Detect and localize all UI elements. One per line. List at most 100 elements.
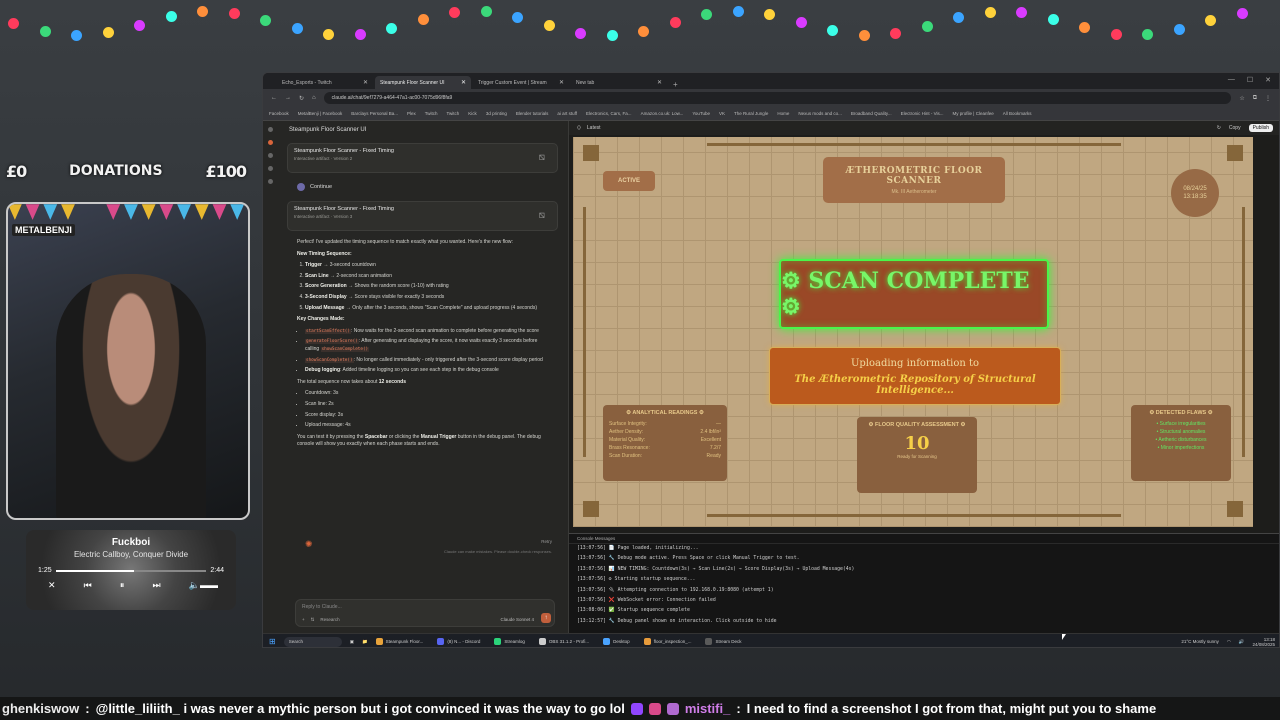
close-tab-icon[interactable]: ✕ <box>363 79 368 86</box>
bookmark-item[interactable]: Broadband Quality... <box>851 111 892 116</box>
publish-button[interactable]: Publish <box>1248 124 1273 132</box>
reading-label: Brass Resonance: <box>609 445 650 451</box>
streamer-silhouette <box>56 274 206 518</box>
artifact-card-v3[interactable]: Steampunk Floor Scanner - Fixed Timing I… <box>287 201 558 231</box>
webcam-channel-label: METALBENJI <box>12 224 75 236</box>
timing-step: 3-Second Display → Score stays visible f… <box>305 294 548 302</box>
send-button[interactable]: ↑ <box>541 613 551 623</box>
app-label: Stream Deck <box>715 639 742 644</box>
taskbar-search[interactable]: Search <box>283 636 342 647</box>
inline-code: showScanComplete() <box>320 346 370 352</box>
bookmark-item[interactable]: Twitch <box>447 111 460 116</box>
step-name: Score Generation <box>305 283 347 290</box>
np-progress: 1:25 2:44 <box>38 567 224 574</box>
breakdown-item: Upload message: 4s <box>305 422 548 430</box>
new-tab-plus-icon[interactable]: + <box>673 80 678 89</box>
artifacts-icon[interactable] <box>267 179 273 184</box>
code-toggle-icon[interactable]: ⟨⟩ <box>577 125 581 131</box>
bookmark-item[interactable]: VK <box>719 111 725 116</box>
bookmark-item[interactable]: All Bookmarks <box>1003 111 1032 116</box>
home-icon[interactable]: ⌂ <box>312 95 316 101</box>
garland-light <box>795 16 807 28</box>
tab-trigger-event[interactable]: Trigger Custom Event | Stream ✕ <box>473 76 569 89</box>
windows-start-icon[interactable]: ⊞ <box>269 637 276 646</box>
app-icon <box>494 638 502 645</box>
bookmark-item[interactable]: The Rural Jungle <box>734 111 768 116</box>
brass-frame-right <box>1242 207 1245 457</box>
forward-icon[interactable]: → <box>285 95 291 101</box>
tab-new[interactable]: New tab ✕ <box>571 76 667 89</box>
bookmark-item[interactable]: Amazon.co.uk: Low... <box>641 111 684 116</box>
new-chat-icon[interactable] <box>267 140 273 145</box>
preview-version[interactable]: Latest <box>587 125 601 131</box>
garland-light <box>827 25 838 37</box>
bookmark-item[interactable]: Electronic Hint - Vis... <box>901 111 944 116</box>
artifact-card-v2[interactable]: Steampunk Floor Scanner - Fixed Timing I… <box>287 143 558 173</box>
task-view-icon[interactable]: ▣ <box>350 639 354 645</box>
taskbar-app[interactable]: Steampunk Floor... <box>375 638 423 645</box>
address-bar[interactable]: claude.ai/chat/9ef7279-a464-47a1-ac00-70… <box>323 92 1232 104</box>
ticker-message: I need to find a screenshot I got from t… <box>746 701 1157 716</box>
close-tab-icon[interactable]: ✕ <box>461 79 466 86</box>
bookmark-item[interactable]: Electronics, Cars, Fa... <box>586 111 632 116</box>
taskbar-app[interactable]: Streamlog <box>494 638 525 645</box>
close-window-icon[interactable]: ✕ <box>1265 76 1271 84</box>
taskbar-app[interactable]: floor_inspection_... <box>643 638 691 645</box>
bookmark-item[interactable]: Kick <box>468 111 477 116</box>
chat-title[interactable]: Steampunk Floor Scanner UI <box>277 121 568 139</box>
bookmark-item[interactable]: Facebook <box>269 111 289 116</box>
tab-claude[interactable]: Steampunk Floor Scanner UI ✕ <box>375 76 471 89</box>
bookmark-item[interactable]: 3d printing <box>486 111 507 116</box>
bookmark-item[interactable]: Twitch <box>425 111 438 116</box>
taskbar-app[interactable]: (8) N... - Discord <box>437 638 480 645</box>
reading-row: Material Quality: Excellent <box>609 437 721 443</box>
bookmark-item[interactable]: Blender tutorials <box>516 111 549 116</box>
np-progress-fill <box>55 569 134 572</box>
close-tab-icon[interactable]: ✕ <box>559 79 564 86</box>
bookmark-item[interactable]: ai art stuff <box>557 111 577 116</box>
tools-icon[interactable]: ⇅ <box>311 617 315 623</box>
back-icon[interactable]: ← <box>271 95 277 101</box>
bookmark-item[interactable]: Barclays Personal Ba... <box>351 111 398 116</box>
menu-icon[interactable]: ⋮ <box>1265 95 1271 102</box>
garland-light <box>606 29 618 41</box>
copy-button[interactable]: Copy <box>1229 125 1241 131</box>
minimize-icon[interactable]: — <box>1228 76 1235 84</box>
taskbar-app[interactable]: Desktop <box>603 638 630 645</box>
bookmark-item[interactable]: Home <box>777 111 789 116</box>
key-change: generateFloorScore(): After generating a… <box>305 338 548 353</box>
retry-button[interactable]: Retry <box>541 539 552 544</box>
extensions-icon[interactable]: ⧉ <box>1253 95 1257 102</box>
sidebar-toggle-icon[interactable] <box>267 127 273 132</box>
taskbar-app[interactable]: Stream Deck <box>705 638 741 645</box>
bookmark-item[interactable]: Nexus mods and co... <box>798 111 842 116</box>
volume-tray-icon[interactable]: 🔊 <box>1239 639 1245 645</box>
add-attachment-icon[interactable]: + <box>302 617 305 623</box>
research-button[interactable]: Research <box>320 617 339 623</box>
file-explorer-icon[interactable]: 📁 <box>362 639 368 645</box>
taskbar-clock[interactable]: 13:18 24/08/2025 <box>1252 637 1275 647</box>
taskbar-app[interactable]: OBS 31.1.2 - Profi... <box>538 638 589 645</box>
step-desc: → 2-second scan animation <box>328 272 392 279</box>
weather-widget[interactable]: 21°C Mostly sunny <box>1181 639 1219 644</box>
refresh-icon[interactable]: ↻ <box>1217 125 1221 131</box>
reload-icon[interactable]: ↻ <box>299 95 304 102</box>
chats-icon[interactable] <box>267 153 273 158</box>
reading-value: Ready <box>706 453 721 459</box>
timing-step: Upload Message → Only after the 3 second… <box>305 305 548 313</box>
reply-input[interactable]: Reply to Claude... + ⇅ Research Claude S… <box>295 599 555 627</box>
wifi-icon[interactable]: ◠ <box>1227 639 1231 645</box>
bookmark-item[interactable]: My profile | Cleanfee <box>953 111 994 116</box>
model-selector[interactable]: Claude Sonnet 4 <box>500 617 534 622</box>
maximize-icon[interactable]: ☐ <box>1247 76 1253 84</box>
tab-twitch[interactable]: Echo_Esports - Twitch ✕ <box>277 76 373 89</box>
bookmark-item[interactable]: Plex <box>407 111 416 116</box>
star-icon[interactable]: ☆ <box>1239 95 1244 102</box>
projects-icon[interactable] <box>267 166 273 171</box>
app-icon <box>538 638 546 645</box>
status-active-button[interactable]: ACTIVE <box>603 171 655 191</box>
garland-light <box>953 12 964 24</box>
close-tab-icon[interactable]: ✕ <box>657 79 662 86</box>
bookmark-item[interactable]: MetalBenji | Facebook <box>298 111 342 116</box>
bookmark-item[interactable]: YouTube <box>692 111 710 116</box>
